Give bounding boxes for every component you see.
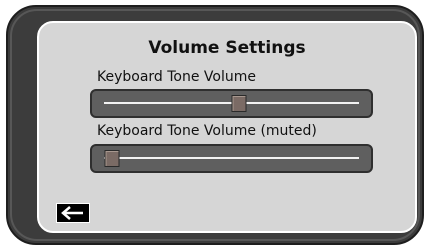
slider-track [104, 157, 359, 159]
keyboard-tone-volume-muted-label: Keyboard Tone Volume (muted) [97, 123, 317, 139]
slider-thumb[interactable] [231, 95, 247, 112]
keyboard-tone-volume-label: Keyboard Tone Volume [97, 69, 257, 85]
slider-thumb[interactable] [104, 150, 120, 167]
settings-screen: Volume Settings Keyboard Tone Volume Key… [37, 21, 417, 233]
left-arrow-icon [61, 206, 83, 220]
back-button[interactable] [56, 203, 90, 223]
keyboard-tone-volume-muted-slider[interactable] [90, 144, 373, 173]
page-title: Volume Settings [148, 38, 306, 58]
keyboard-tone-volume-slider[interactable] [90, 89, 373, 118]
